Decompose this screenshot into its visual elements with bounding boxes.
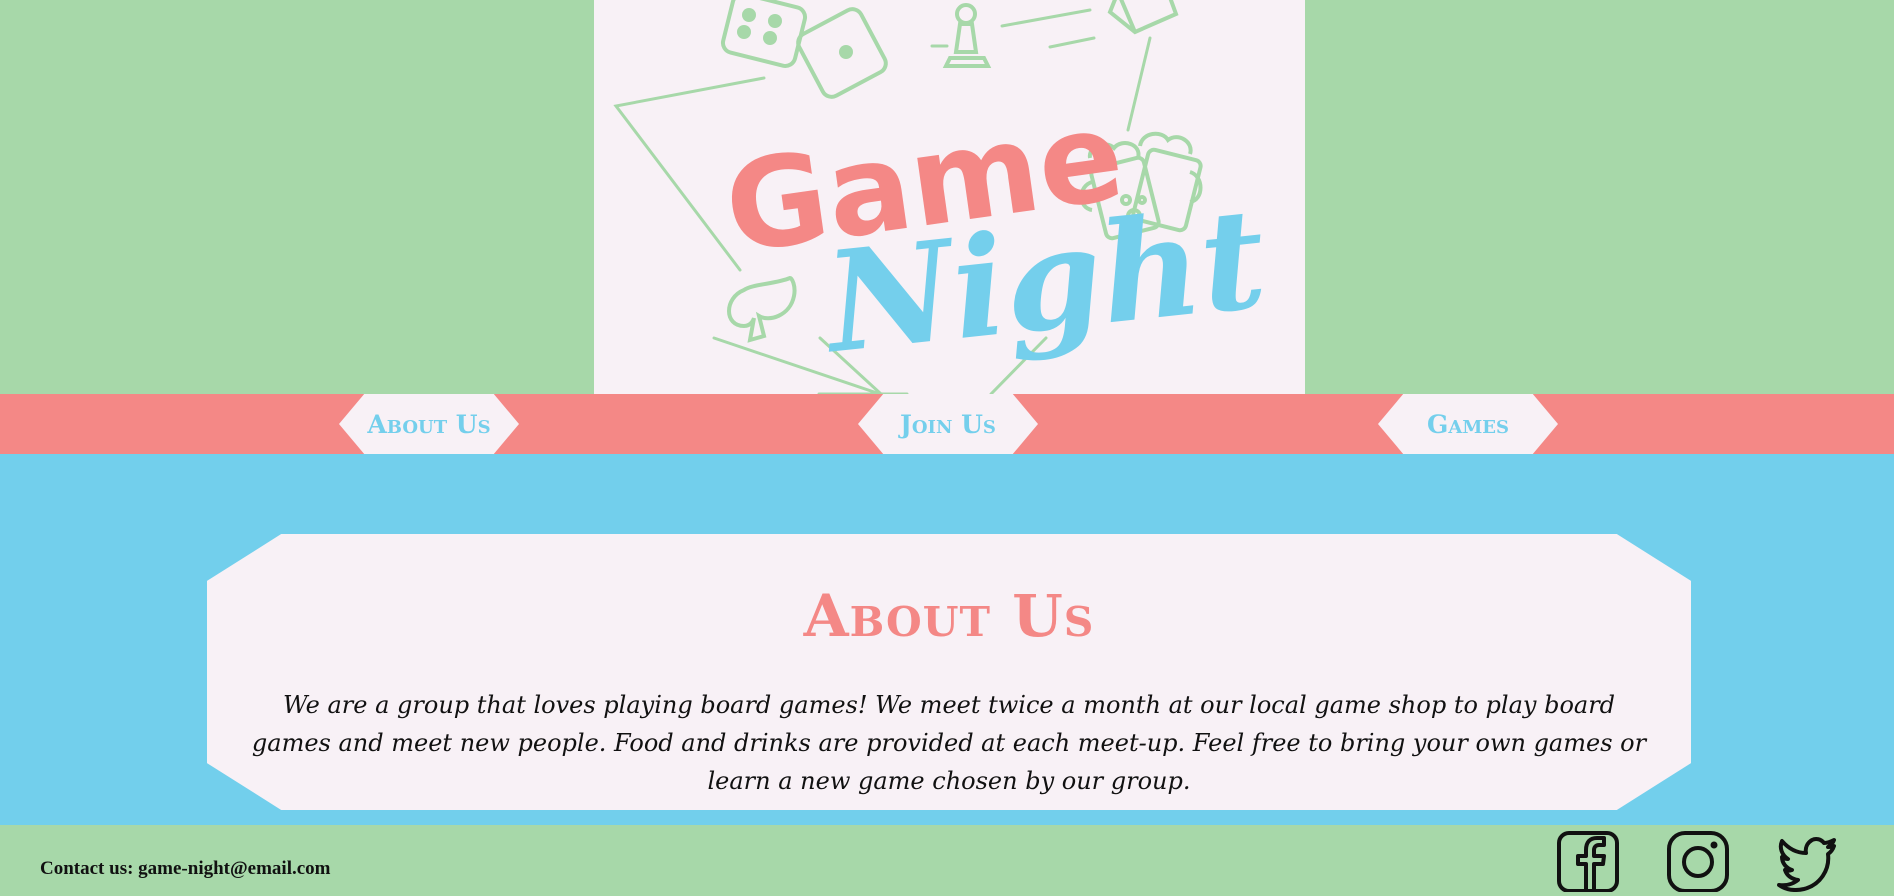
about-card: About Us We are a group that loves playi… (207, 534, 1691, 810)
about-title: About Us (803, 582, 1095, 650)
chess-pawn-icon (942, 3, 992, 68)
twitter-icon[interactable] (1776, 830, 1840, 892)
header: Game Night (0, 0, 1894, 394)
dice-one-icon (796, 7, 888, 99)
logo[interactable]: Game Night (594, 0, 1305, 394)
footer: Contact us: game-night@email.com (0, 825, 1894, 896)
logo-graphic: Game Night (613, 0, 1273, 394)
instagram-icon[interactable] (1666, 830, 1730, 892)
spade-icon (727, 275, 797, 343)
about-description: We are a group that loves playing board … (251, 691, 1647, 795)
nav-about-us[interactable]: About Us (339, 394, 519, 454)
facebook-icon[interactable] (1556, 830, 1620, 892)
main-nav: About Us Join Us Games (0, 394, 1894, 454)
diamond-icon (1107, 0, 1179, 35)
nav-games[interactable]: Games (1378, 394, 1558, 454)
main-content: About Us We are a group that loves playi… (0, 454, 1894, 825)
dice-five-icon (720, 0, 808, 68)
nav-join-us[interactable]: Join Us (858, 394, 1038, 454)
contact-email: Contact us: game-night@email.com (40, 858, 331, 879)
